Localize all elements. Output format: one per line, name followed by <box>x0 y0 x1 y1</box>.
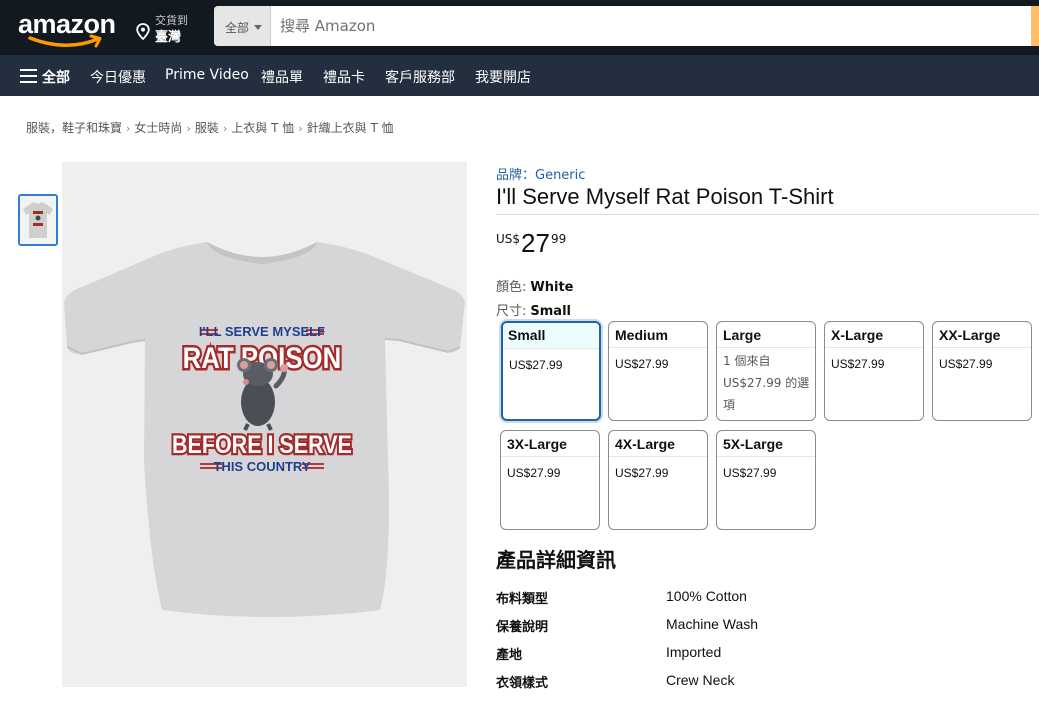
shirt-print-line-3: BEFORE I SERVE <box>172 430 352 458</box>
price-fraction: 99 <box>551 232 567 246</box>
detail-value-neck: Crew Neck <box>666 672 735 688</box>
size-option-medium[interactable]: Medium US$27.99 <box>608 321 708 421</box>
nav-item-gift-cards[interactable]: 禮品卡 <box>323 67 365 87</box>
size-option-name: 4X-Large <box>609 431 707 457</box>
size-option-large[interactable]: Large 1 個來自 US$27.99 的選項 <box>716 321 816 421</box>
size-option-price: US$27.99 <box>509 358 563 372</box>
size-option-name: X-Large <box>825 322 923 348</box>
size-option-name: Small <box>503 323 599 349</box>
size-option-price: US$27.99 <box>507 466 561 480</box>
size-option-name: Large <box>717 322 815 348</box>
breadcrumb: 服裝，鞋子和珠寶 › 女士時尚 › 服裝 › 上衣與 T 恤 › 針織上衣與 T 恤 <box>26 119 394 136</box>
size-option-4x-large[interactable]: 4X-Large US$27.99 <box>608 430 708 530</box>
breadcrumb-link[interactable]: 女士時尚 <box>134 121 182 135</box>
tshirt-image: I'LL SERVE MYSELF RAT POISON BEFORE I SE… <box>62 162 467 687</box>
color-label: 顏色: <box>496 280 527 295</box>
shirt-print-line-1: I'LL SERVE MYSELF <box>199 324 325 339</box>
amazon-logo[interactable]: amazon <box>18 8 118 50</box>
caret-down-icon <box>254 25 263 30</box>
search-category-dropdown[interactable]: 全部 <box>214 6 271 46</box>
size-option-name: 3X-Large <box>501 431 599 457</box>
size-option-x-large[interactable]: X-Large US$27.99 <box>824 321 924 421</box>
search-bar: 全部 <box>214 6 1039 46</box>
chevron-right-icon: › <box>298 122 303 135</box>
product-main-image[interactable]: I'LL SERVE MYSELF RAT POISON BEFORE I SE… <box>62 162 467 687</box>
size-option-5x-large[interactable]: 5X-Large US$27.99 <box>716 430 816 530</box>
color-attribute: 顏色: White <box>496 276 573 295</box>
size-option-price: US$27.99 <box>723 466 777 480</box>
smile-arrow-icon <box>28 34 102 48</box>
nav-item-prime-video[interactable]: Prime Video <box>165 67 249 83</box>
size-option-3x-large[interactable]: 3X-Large US$27.99 <box>500 430 600 530</box>
detail-key-care: 保養說明 <box>496 620 549 635</box>
product-details-heading: 產品詳細資訊 <box>496 548 616 572</box>
menu-icon[interactable] <box>20 69 37 83</box>
nav-bar: 全部 今日優惠 Prime Video 禮品單 禮品卡 客戶服務部 我要開店 <box>0 55 1039 96</box>
size-option-name: XX-Large <box>933 322 1031 348</box>
breadcrumb-link[interactable]: 服裝 <box>195 121 219 135</box>
nav-item-customer-service[interactable]: 客戶服務部 <box>385 67 455 87</box>
shirt-print-line-4: THIS COUNTRY <box>213 459 310 474</box>
price-currency: US$ <box>496 232 521 246</box>
size-option-name: 5X-Large <box>717 431 815 457</box>
size-option-xx-large[interactable]: XX-Large US$27.99 <box>932 321 1032 421</box>
breadcrumb-link[interactable]: 針織上衣與 T 恤 <box>307 121 394 135</box>
size-option-price: US$27.99 <box>615 466 669 480</box>
product-title: I'll Serve Myself Rat Poison T-Shirt <box>496 184 834 209</box>
search-input[interactable] <box>271 6 1031 46</box>
deliver-to-location: 臺灣 <box>155 30 182 45</box>
size-value: Small <box>530 304 571 319</box>
brand-link[interactable]: 品牌：Generic <box>496 164 585 183</box>
size-option-price: US$27.99 <box>939 357 993 371</box>
nav-item-registry[interactable]: 禮品單 <box>261 67 303 87</box>
tshirt-thumbnail-image <box>20 196 56 244</box>
size-option-price: US$27.99 <box>831 357 885 371</box>
location-pin-icon <box>136 23 150 40</box>
size-option-note: 1 個來自 <box>723 354 771 368</box>
size-option-small[interactable]: Small US$27.99 <box>501 321 601 421</box>
detail-value-fabric: 100% Cotton <box>666 588 747 604</box>
search-category-label: 全部 <box>225 21 250 35</box>
product-thumbnail[interactable] <box>18 194 58 246</box>
detail-key-neck: 衣領樣式 <box>496 676 549 691</box>
size-label: 尺寸: <box>496 304 527 319</box>
chevron-right-icon: › <box>186 122 191 135</box>
breadcrumb-link[interactable]: 服裝，鞋子和珠寶 <box>26 121 122 135</box>
detail-key-fabric: 布料類型 <box>496 592 549 607</box>
deliver-to[interactable]: 交貨到 臺灣 <box>136 11 206 45</box>
size-option-price: US$27.99 <box>615 357 669 371</box>
search-button[interactable] <box>1031 6 1039 46</box>
nav-item-sell[interactable]: 我要開店 <box>475 67 531 87</box>
detail-key-origin: 產地 <box>496 648 523 663</box>
nav-all-menu[interactable]: 全部 <box>42 67 70 87</box>
chevron-right-icon: › <box>222 122 228 135</box>
color-value: White <box>530 280 574 295</box>
detail-value-care: Machine Wash <box>666 616 759 632</box>
breadcrumb-link[interactable]: 上衣與 T 恤 <box>231 121 294 135</box>
size-option-name: Medium <box>609 322 707 348</box>
chevron-right-icon: › <box>126 122 131 135</box>
size-option-price: US$27.99 的選項 <box>723 376 810 412</box>
price-whole: 27 <box>521 228 550 258</box>
divider <box>496 214 1039 215</box>
top-bar: amazon 交貨到 臺灣 全部 <box>0 0 1039 55</box>
size-attribute: 尺寸: Small <box>496 300 571 319</box>
nav-item-deals[interactable]: 今日優惠 <box>90 67 146 87</box>
detail-value-origin: Imported <box>666 644 722 660</box>
